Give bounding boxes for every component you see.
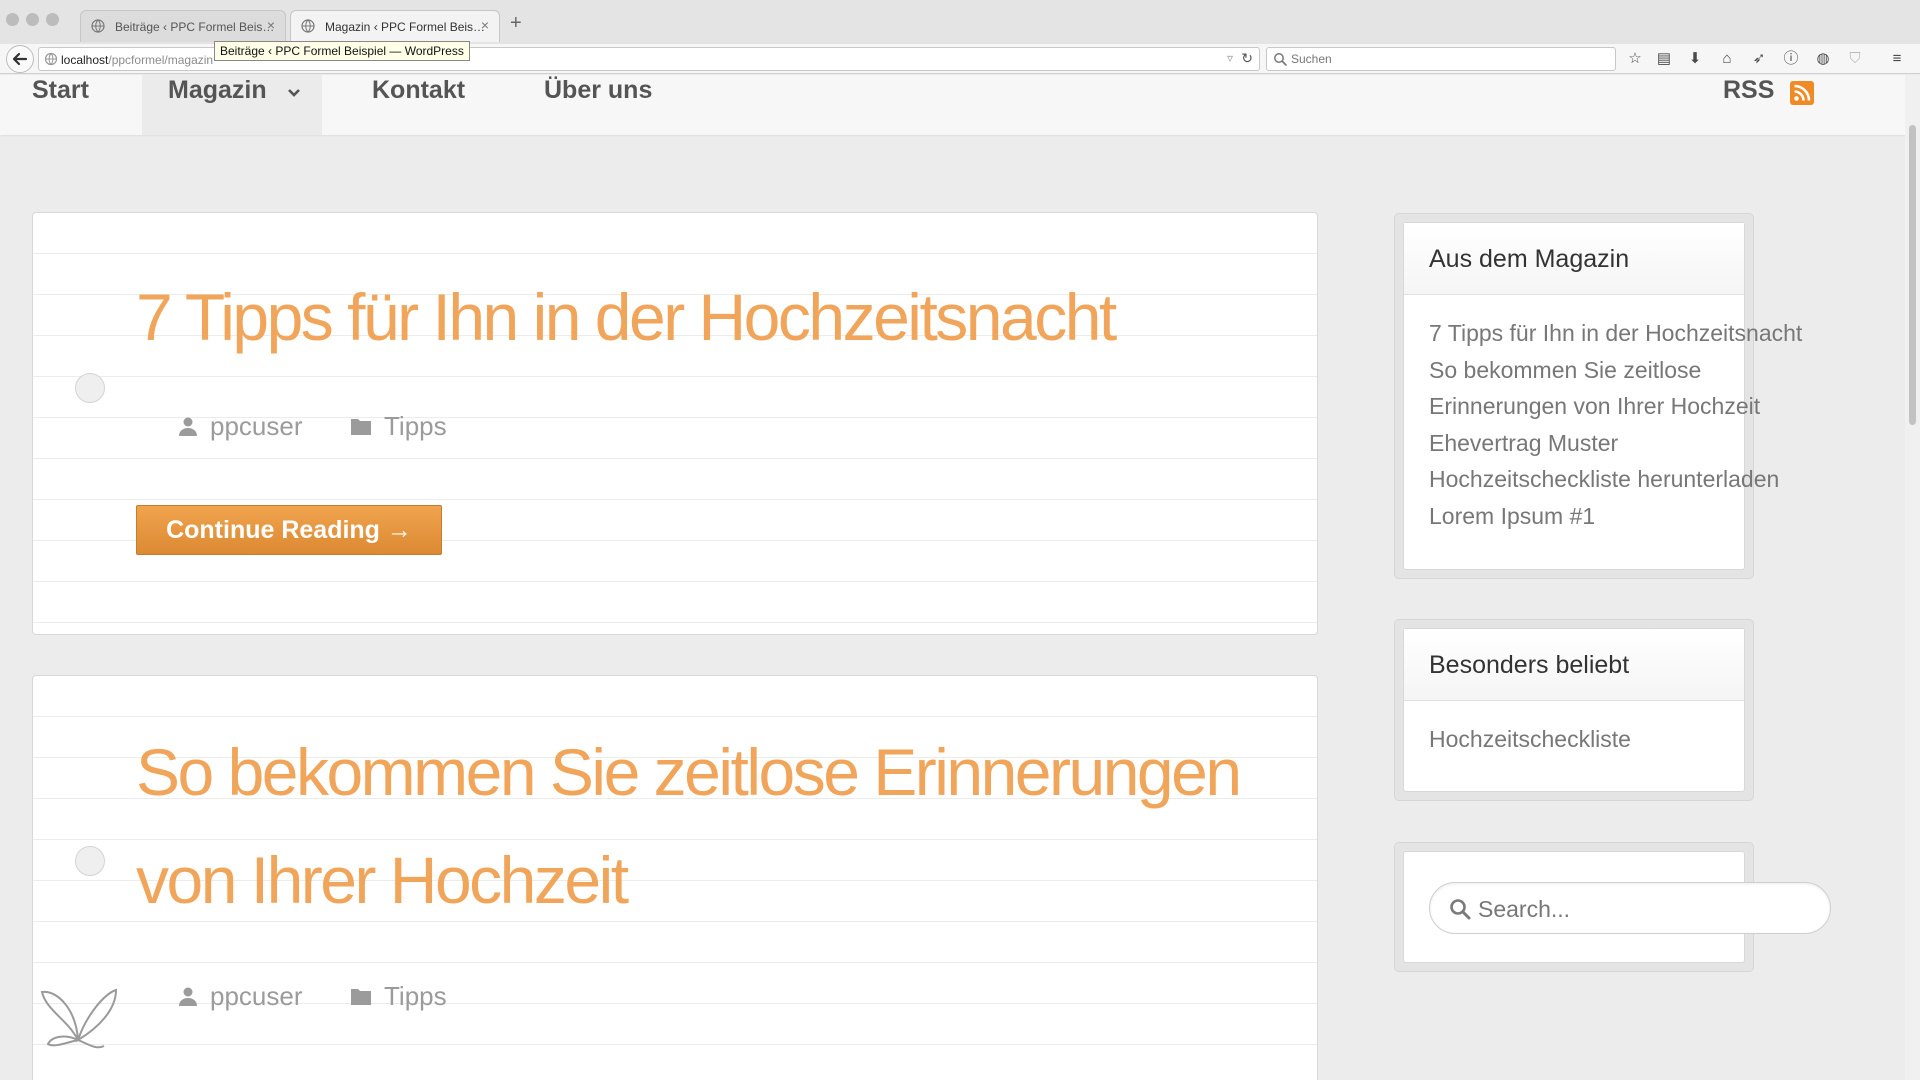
menu-icon[interactable]: ≡ [1887,49,1907,69]
nav-item-rss[interactable]: RSS [1723,75,1783,135]
reload-icon[interactable]: ↻ [1241,50,1253,67]
post-category[interactable]: Tipps [384,411,447,442]
scrollbar-thumb[interactable] [1909,125,1916,425]
site-navigation: Start Magazin Kontakt Über uns RSS [0,75,1905,135]
widget-search [1394,842,1831,972]
nav-item-label: Über uns [544,76,653,104]
widget-body: Besonders beliebt Hochzeitscheckliste [1403,628,1745,792]
browser-search-bar[interactable] [1266,47,1616,71]
rss-icon[interactable] [1790,81,1814,105]
rss-feed-icon [1794,84,1811,101]
nav-item-label: Kontakt [372,76,466,104]
tab-magazin[interactable]: Magazin ‹ PPC Formel Beis… × [290,10,500,42]
widget-title: Aus dem Magazin [1404,223,1744,295]
widget-popular: Besonders beliebt Hochzeitscheckliste [1394,619,1754,801]
widget-link[interactable]: Erinnerungen von Ihrer Hochzeit [1429,388,1802,425]
tab-tooltip: Beiträge ‹ PPC Formel Beispiel — WordPre… [214,41,470,61]
widget-link[interactable]: Ehevertrag Muster [1429,425,1802,462]
shield-icon[interactable]: ⛉ [1845,49,1865,69]
window-close-button[interactable] [6,13,19,26]
page-scrollbar[interactable] [1905,75,1920,1080]
widget-link[interactable]: Hochzeitscheckliste [1429,721,1631,758]
widget-body [1403,851,1831,963]
globe-icon [44,52,58,66]
web-page: Start Magazin Kontakt Über uns RSS 7 Tip… [0,75,1905,1080]
window-maximize-button[interactable] [46,13,59,26]
search-icon [1450,899,1471,920]
arrow-left-icon [12,52,28,66]
post-author[interactable]: ppcuser [210,981,303,1012]
widget-title: Besonders beliebt [1404,629,1744,701]
nav-item-label: Start [32,76,89,104]
send-icon[interactable]: ➶ [1749,49,1769,69]
post-format-dot [75,846,105,876]
tab-label: Beiträge ‹ PPC Formel Beis… [115,20,275,34]
butterfly-logo-icon [40,988,118,1049]
widget-link[interactable]: 7 Tipps für Ihn in der Hochzeitsnacht [1429,315,1802,352]
post-author[interactable]: ppcuser [210,411,303,442]
home-icon[interactable]: ⌂ [1717,49,1737,69]
widget-magazin: Aus dem Magazin 7 Tipps für Ihn in der H… [1394,213,1802,579]
nav-item-start[interactable]: Start [32,75,112,135]
user-icon [179,417,197,436]
post-title-line1[interactable]: So bekommen Sie zeitlose Erinnerungen [136,718,1242,826]
post-title[interactable]: 7 Tipps für Ihn in der Hochzeitsnacht [136,263,1117,371]
user-icon [179,987,197,1006]
widget-link[interactable]: Lorem Ipsum #1 [1429,498,1802,535]
url-host: localhost [61,53,109,67]
rss-label: RSS [1723,76,1775,104]
sidebar-search-box[interactable] [1429,882,1831,934]
tab-beitraege[interactable]: Beiträge ‹ PPC Formel Beis… × [80,10,286,42]
widget-link-list: 7 Tipps für Ihn in der Hochzeitsnacht So… [1429,315,1802,534]
download-icon[interactable]: ⬇ [1685,49,1705,69]
post-title-line2[interactable]: von Ihrer Hochzeit [136,826,629,934]
dropdown-icon[interactable]: ▿ [1227,51,1233,65]
post-category[interactable]: Tipps [384,981,447,1012]
post-format-dot [75,373,105,403]
sidebar-search-input[interactable] [1478,895,1808,923]
browser-tab-bar: Beiträge ‹ PPC Formel Beis… × Magazin ‹ … [0,0,1920,44]
tab-close-icon[interactable]: × [267,17,275,33]
tab-label: Magazin ‹ PPC Formel Beis… [325,20,486,34]
globe-icon [301,19,315,33]
widget-link[interactable]: So bekommen Sie zeitlose [1429,352,1802,389]
folder-icon [351,989,371,1005]
nav-item-kontakt[interactable]: Kontakt [372,75,482,135]
chat-icon[interactable]: ◍ [1813,49,1833,69]
widget-link[interactable]: Hochzeitscheckliste herunterladen [1429,461,1802,498]
folder-icon [351,419,371,435]
post-card-2: So bekommen Sie zeitlose Erinnerungen vo… [32,675,1318,1080]
globe-icon [91,19,105,33]
browser-search-input[interactable] [1291,51,1601,67]
search-icon [1274,53,1287,66]
back-button[interactable] [6,45,34,73]
tab-close-icon[interactable]: × [481,17,489,33]
continue-reading-button[interactable]: Continue Reading → [136,505,442,555]
chevron-down-icon [288,89,300,97]
bookmark-star-icon[interactable]: ☆ [1625,49,1645,69]
bookmarks-list-icon[interactable]: ▤ [1654,49,1674,69]
post-card-1: 7 Tipps für Ihn in der Hochzeitsnacht pp… [32,212,1318,635]
nav-item-ueber-uns[interactable]: Über uns [544,75,674,135]
info-icon[interactable]: ⓘ [1781,49,1801,69]
nav-item-magazin[interactable]: Magazin [142,75,322,135]
new-tab-button[interactable]: + [510,12,522,35]
url-path: /ppcformel/magazin [108,53,214,67]
widget-body: Aus dem Magazin 7 Tipps für Ihn in der H… [1403,222,1802,570]
window-minimize-button[interactable] [26,13,39,26]
widget-link-list: Hochzeitscheckliste [1429,721,1631,758]
nav-item-label: Magazin [168,76,267,104]
url-text: localhost/ppcformel/magazin [61,53,213,67]
